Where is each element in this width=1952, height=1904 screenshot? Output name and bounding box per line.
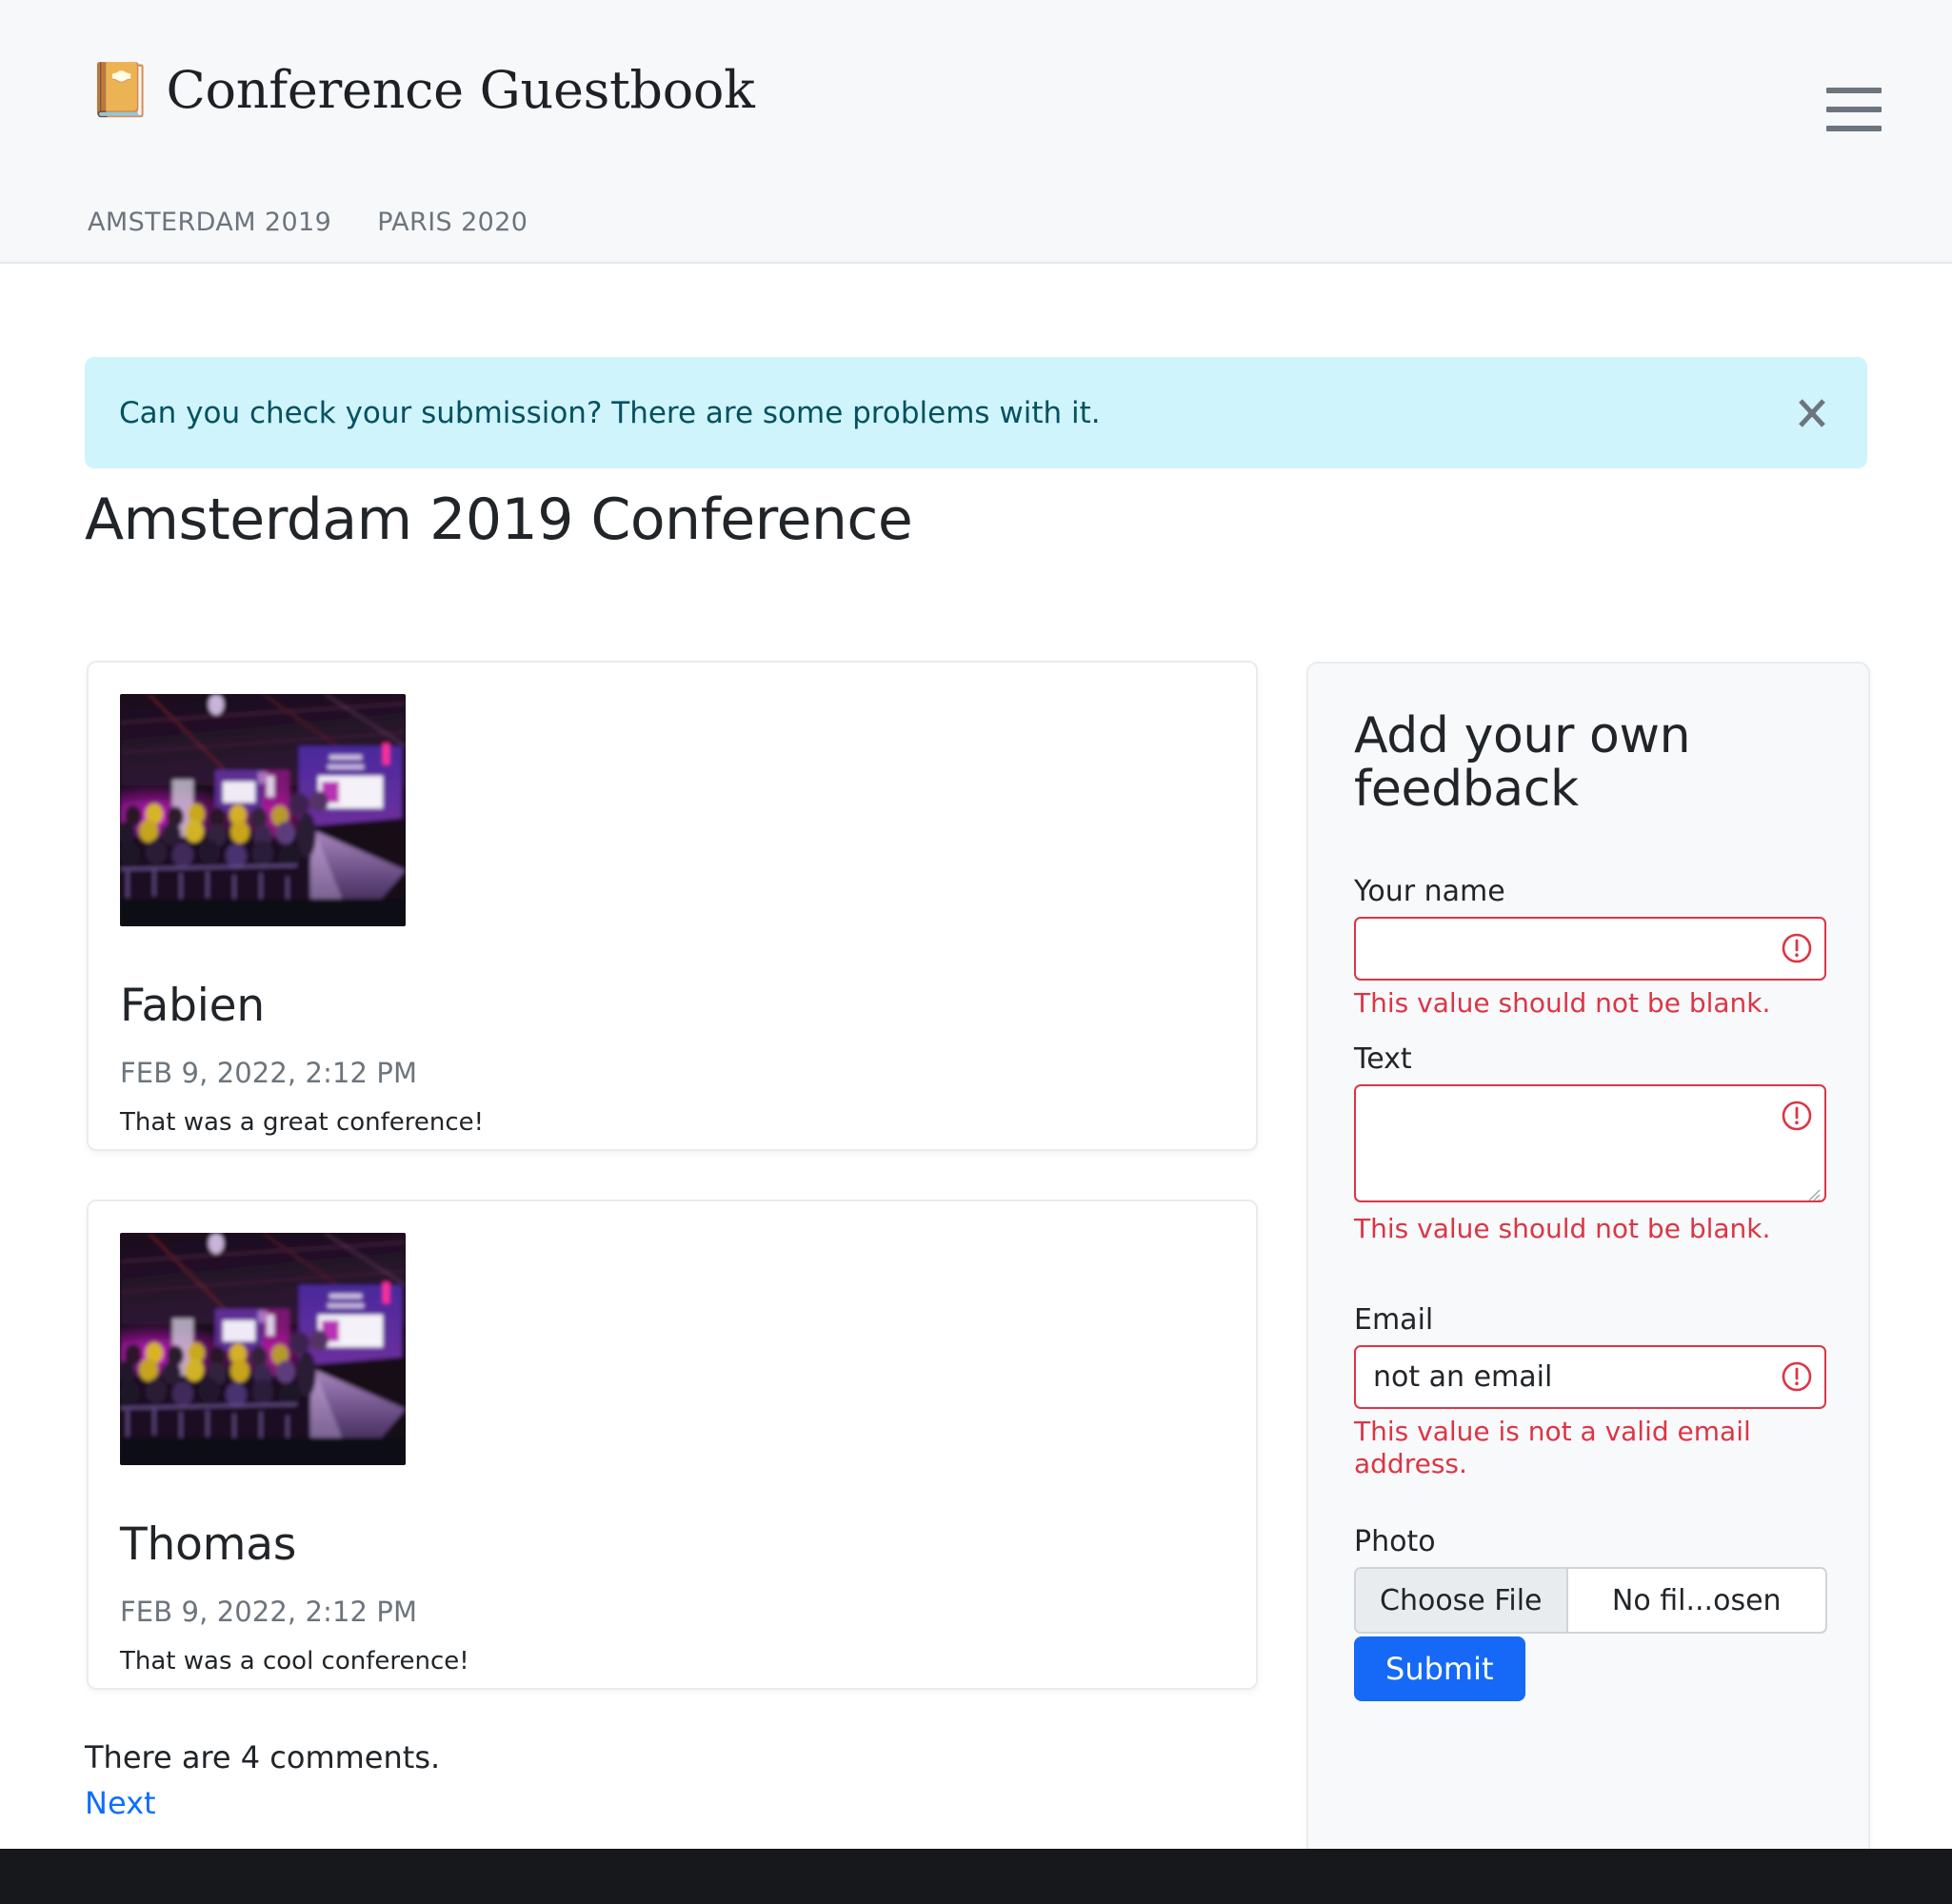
comment-author: Thomas [120, 1518, 297, 1571]
hamburger-bar [1826, 107, 1882, 112]
file-status-text: No fil...osen [1611, 1583, 1782, 1617]
footer-bar [0, 1849, 1952, 1904]
alert-message: Can you check your submission? There are… [119, 395, 1101, 430]
choose-file-button[interactable]: Choose File [1356, 1569, 1568, 1632]
comment-card: Fabien FEB 9, 2022, 2:12 PM That was a g… [87, 661, 1258, 1151]
site-header: 📔 Conference Guestbook AMSTERDAM 2019 PA… [0, 0, 1952, 264]
feedback-form-panel: Add your own feedback Your name This val… [1306, 662, 1870, 1877]
brand-link[interactable]: 📔 Conference Guestbook [88, 60, 755, 120]
label-text: Text [1354, 1042, 1412, 1076]
page-brand-title: Conference Guestbook [166, 60, 755, 120]
comment-photo [120, 694, 406, 926]
name-input-wrap [1354, 917, 1826, 981]
comments-count: There are 4 comments. [85, 1739, 441, 1775]
email-input-wrap [1354, 1345, 1826, 1409]
close-icon[interactable] [1791, 392, 1833, 434]
hamburger-bar [1826, 88, 1882, 93]
label-your-name: Your name [1354, 875, 1505, 908]
form-heading: Add your own feedback [1354, 707, 1691, 819]
notebook-icon: 📔 [88, 59, 153, 120]
error-message-email: This value is not a valid email address. [1354, 1416, 1751, 1479]
page-title: Amsterdam 2019 Conference [85, 486, 913, 553]
nav-item-paris-2020[interactable]: PARIS 2020 [377, 208, 528, 237]
primary-nav: AMSTERDAM 2019 PARIS 2020 [88, 208, 528, 237]
field-email: Email This value is not a valid email ad… [1354, 1303, 1826, 1479]
email-input[interactable] [1354, 1345, 1826, 1409]
pagination-next-link[interactable]: Next [85, 1785, 156, 1821]
error-message-text: This value should not be blank. [1354, 1213, 1771, 1244]
label-email: Email [1354, 1303, 1434, 1337]
text-textarea[interactable] [1354, 1084, 1826, 1202]
photo-file-input[interactable]: Choose File No fil...osen [1354, 1567, 1827, 1634]
page-root: 📔 Conference Guestbook AMSTERDAM 2019 PA… [0, 0, 1952, 1904]
field-your-name: Your name This value should not be blank… [1354, 875, 1826, 1020]
name-input[interactable] [1354, 917, 1826, 981]
comment-text: That was a great conference! [120, 1108, 485, 1137]
submit-button[interactable]: Submit [1354, 1636, 1525, 1701]
nav-item-amsterdam-2019[interactable]: AMSTERDAM 2019 [88, 208, 331, 237]
comment-card: Thomas FEB 9, 2022, 2:12 PM That was a c… [87, 1200, 1258, 1690]
hamburger-menu-icon[interactable] [1826, 88, 1882, 131]
comment-date: FEB 9, 2022, 2:12 PM [120, 1596, 418, 1628]
comment-author: Fabien [120, 980, 265, 1032]
comment-text: That was a cool conference! [120, 1647, 469, 1676]
comment-photo [120, 1233, 406, 1465]
field-text: Text This value should not be blank. [1354, 1042, 1826, 1245]
comment-date: FEB 9, 2022, 2:12 PM [120, 1057, 418, 1089]
error-message-name: This value should not be blank. [1354, 987, 1771, 1019]
field-photo: Photo Choose File No fil...osen [1354, 1525, 1827, 1634]
text-area-wrap [1354, 1084, 1826, 1206]
hamburger-bar [1826, 126, 1882, 131]
alert-banner: Can you check your submission? There are… [85, 357, 1867, 468]
label-photo: Photo [1354, 1525, 1436, 1558]
